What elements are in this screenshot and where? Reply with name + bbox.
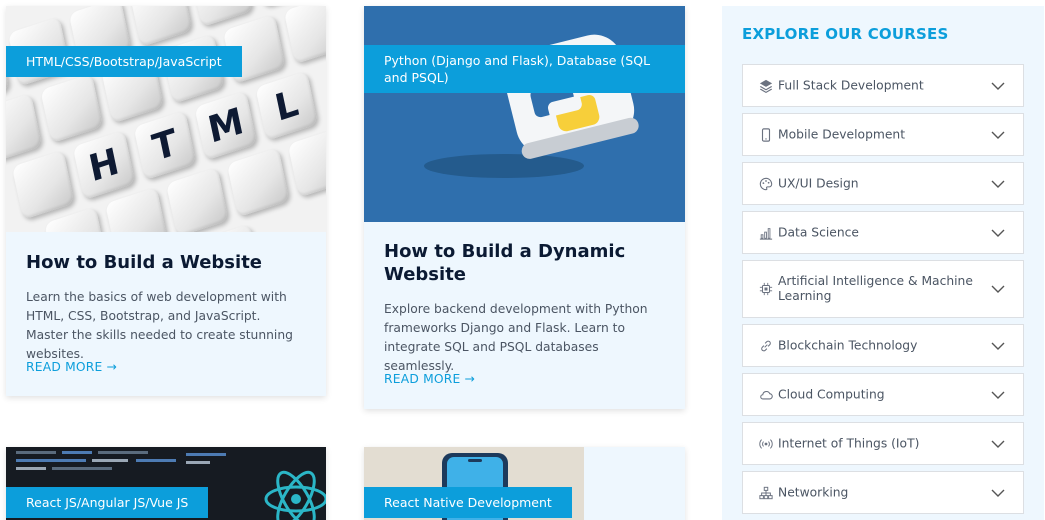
accordion-label: Mobile Development [778, 127, 906, 141]
network-icon [759, 486, 773, 499]
accordion-label: UX/UI Design [778, 176, 859, 190]
course-card-react-native: React Native Development [364, 447, 685, 520]
chevron-down-icon [991, 180, 1005, 188]
accordion-ai-ml[interactable]: Artificial Intelligence & Machine Learni… [742, 260, 1024, 318]
chevron-down-icon [991, 131, 1005, 139]
palette-icon [759, 177, 773, 190]
python-logo-image [364, 6, 685, 222]
card-title[interactable]: How to Build a Website [26, 251, 306, 274]
accordion-label: Blockchain Technology [778, 338, 918, 352]
chevron-down-icon [991, 229, 1005, 237]
key-l: L [255, 70, 318, 141]
accordion-full-stack[interactable]: Full Stack Development [742, 64, 1024, 107]
accordion-label: Data Science [778, 225, 859, 239]
accordion-iot[interactable]: Internet of Things (IoT) [742, 422, 1024, 465]
accordion-networking[interactable]: Networking [742, 471, 1024, 514]
accordion-mobile[interactable]: Mobile Development [742, 113, 1024, 156]
chevron-down-icon [991, 489, 1005, 497]
card-tag: HTML/CSS/Bootstrap/JavaScript [6, 46, 242, 77]
html-keyboard-image: H T M L [6, 6, 326, 232]
chevron-down-icon [991, 391, 1005, 399]
card-tag: React JS/Angular JS/Vue JS [6, 487, 209, 518]
accordion-blockchain[interactable]: Blockchain Technology [742, 324, 1024, 367]
sidebar-title: EXPLORE OUR COURSES [742, 25, 949, 43]
card-tag: React Native Development [364, 487, 572, 518]
accordion-cloud[interactable]: Cloud Computing [742, 373, 1024, 416]
course-card-python: Python (Django and Flask), Database (SQL… [364, 6, 685, 409]
mobile-icon [761, 127, 771, 142]
card-description: Explore backend development with Python … [384, 302, 648, 373]
accordion-label: Internet of Things (IoT) [778, 436, 920, 450]
chevron-down-icon [991, 82, 1005, 90]
broadcast-icon [759, 438, 773, 449]
chevron-down-icon [991, 440, 1005, 448]
bar-chart-icon [759, 227, 773, 240]
course-card-react: React JS/Angular JS/Vue JS [6, 447, 326, 520]
accordion-label: Cloud Computing [778, 387, 885, 401]
read-more-link[interactable]: READ MORE → [26, 360, 117, 374]
chevron-down-icon [991, 285, 1005, 293]
chevron-down-icon [991, 342, 1005, 350]
chip-icon [759, 282, 773, 296]
key-h: H [72, 130, 136, 201]
key-m: M [194, 90, 258, 161]
course-card-html: H T M L HTML/CSS/Bootstrap/JavaScript Ho… [6, 6, 326, 396]
link-icon [761, 340, 771, 351]
card-tag: Python (Django and Flask), Database (SQL… [364, 45, 685, 93]
accordion-data-science[interactable]: Data Science [742, 211, 1024, 254]
accordion-label: Artificial Intelligence & Machine Learni… [778, 274, 973, 303]
accordion-label: Networking [778, 485, 849, 499]
layers-icon [759, 79, 773, 93]
read-more-link[interactable]: READ MORE → [384, 372, 475, 386]
accordion-label: Full Stack Development [778, 78, 924, 92]
accordion-ux-ui[interactable]: UX/UI Design [742, 162, 1024, 205]
card-title[interactable]: How to Build a Dynamic Website [384, 240, 665, 286]
courses-sidebar: EXPLORE OUR COURSES Full Stack Developme… [722, 6, 1044, 520]
card-description: Learn the basics of web development with… [26, 290, 293, 361]
cloud-icon [760, 390, 773, 399]
key-t: T [133, 110, 197, 181]
python-illustration [424, 34, 639, 178]
